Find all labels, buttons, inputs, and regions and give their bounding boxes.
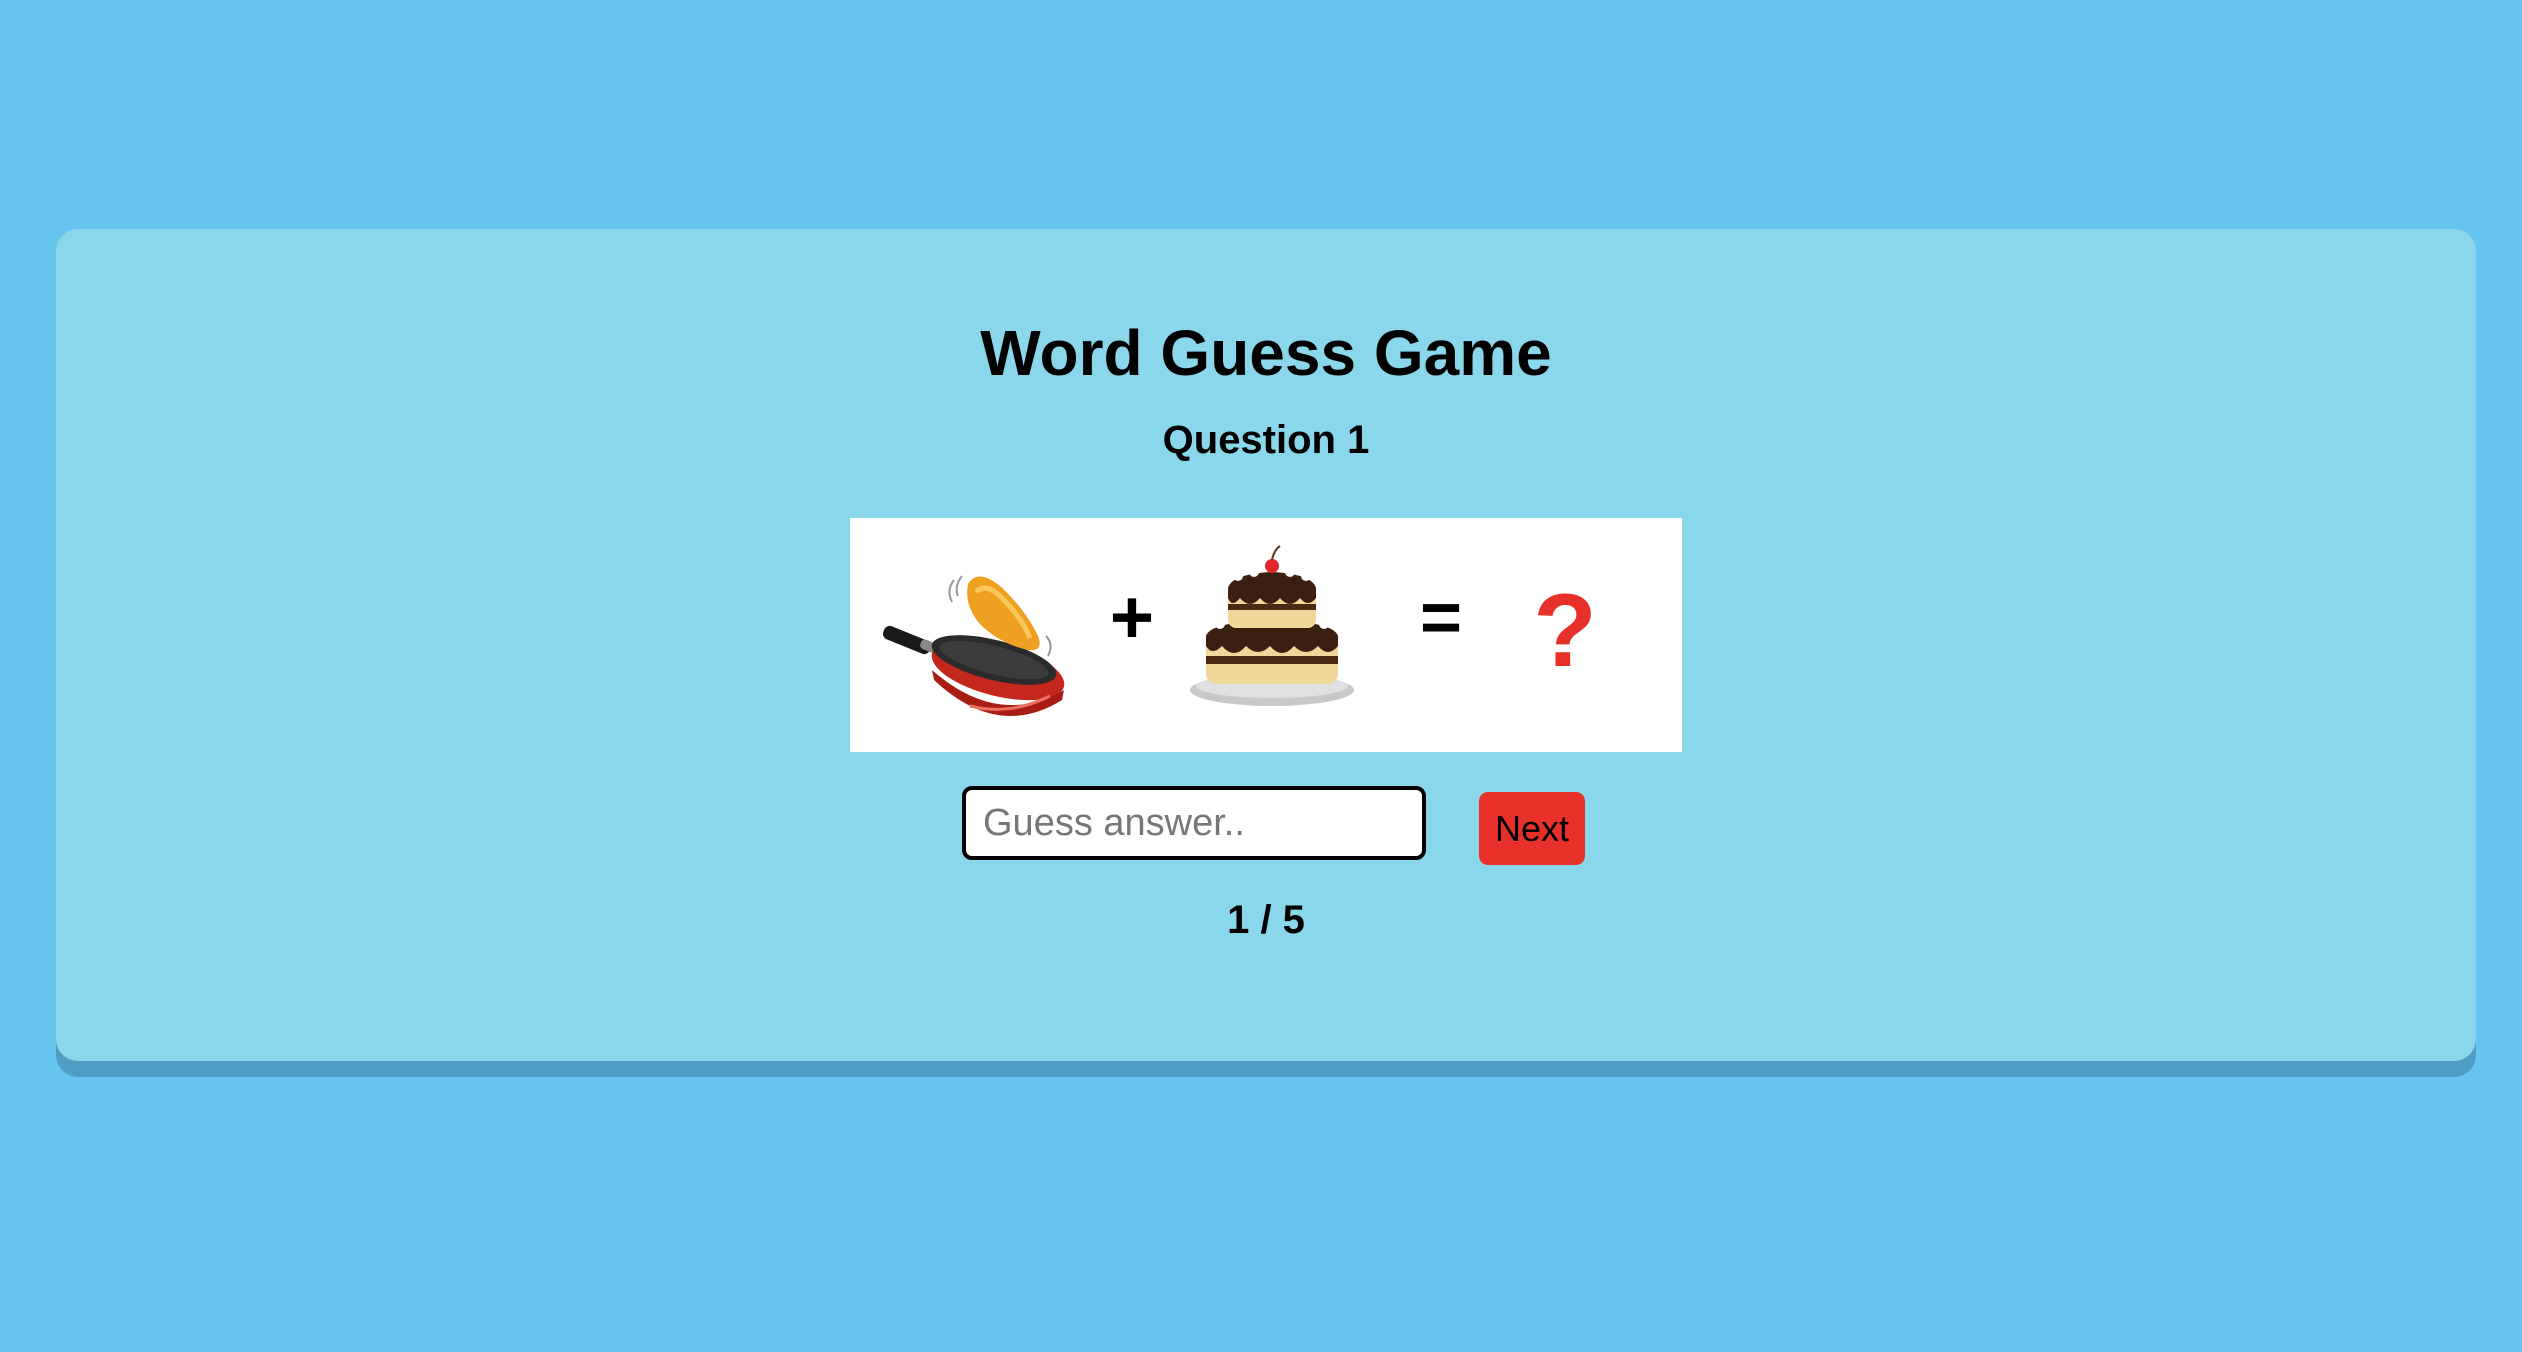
puzzle-svg: + = ? [883,545,1597,716]
puzzle-image: + = ? [850,518,1682,752]
plus-sign: + [1110,575,1154,660]
next-button[interactable]: Next [1479,792,1585,865]
game-title: Word Guess Game [980,317,1552,389]
question-label: Question 1 [1162,418,1370,462]
cake-icon [1190,545,1354,706]
frying-pan-icon [883,625,1065,716]
question-mark-icon: ? [1533,573,1597,689]
equals-sign: = [1420,578,1462,658]
progress-counter: 1 / 5 [1227,898,1305,942]
guess-answer-input[interactable] [962,786,1426,860]
game-card: Word Guess Game Question 1 + = ? Guess a… [56,229,2476,1061]
